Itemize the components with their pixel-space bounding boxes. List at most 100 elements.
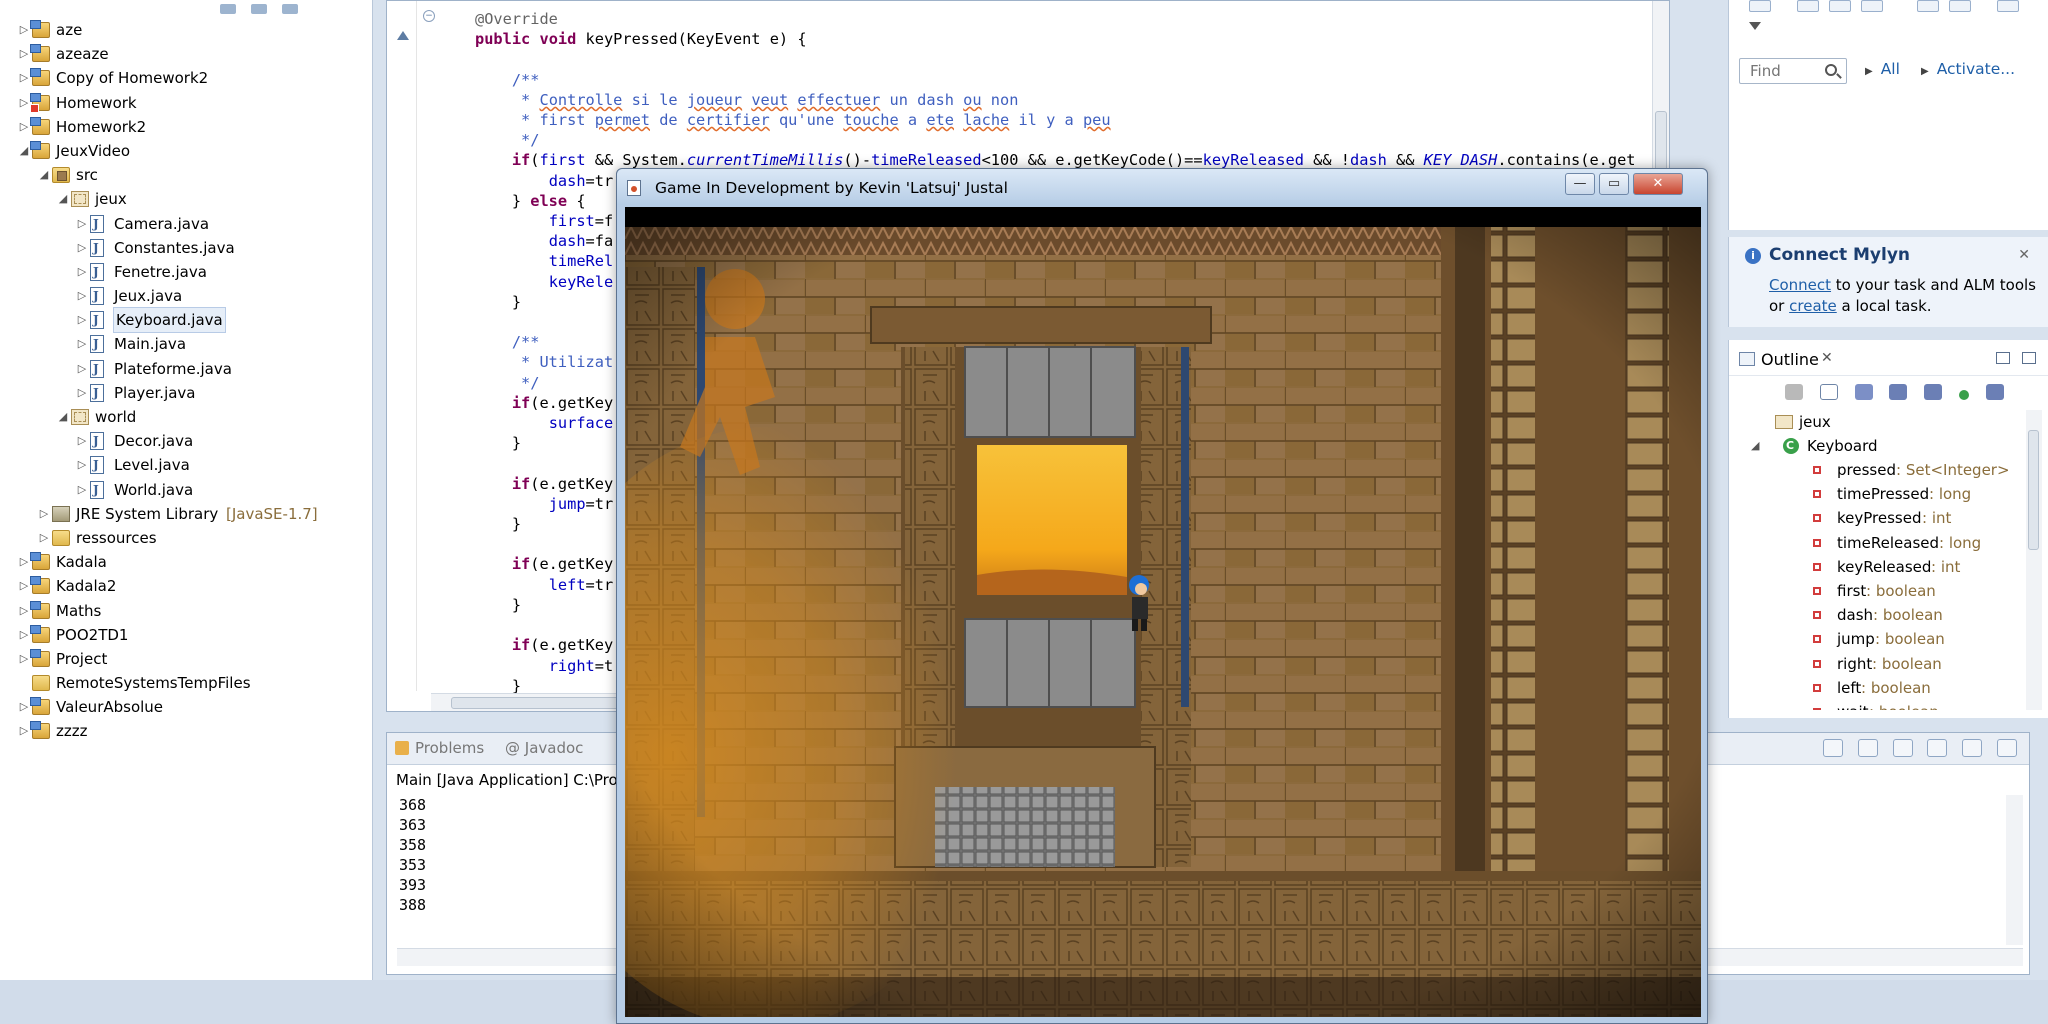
game-window[interactable]: Game In Development by Kevin 'Latsuj' Ju… (616, 168, 1708, 1024)
hide-fields-icon[interactable] (1889, 384, 1908, 400)
tree-item[interactable]: ▷ Kadala (0, 550, 372, 574)
collapse-arrow-icon[interactable]: ▷ (76, 260, 88, 284)
tree-item[interactable]: ▷ Jeux.java (0, 284, 372, 308)
scroll-thumb[interactable] (2028, 430, 2039, 550)
collapse-arrow-icon[interactable]: ▷ (76, 332, 88, 356)
minimize-button[interactable]: — (1565, 173, 1595, 195)
tree-item[interactable]: RemoteSystemsTempFiles (0, 671, 372, 695)
collapse-arrow-icon[interactable]: ▷ (18, 550, 30, 574)
maximize-icon[interactable] (1997, 0, 2019, 12)
collapse-arrow-icon[interactable]: ▷ (18, 647, 30, 671)
console-output[interactable]: 368 363 358 353 393 388 (399, 795, 426, 915)
collapse-arrow-icon[interactable]: ▷ (18, 18, 30, 42)
scroll-thumb[interactable] (1655, 111, 1667, 171)
activate-button[interactable]: ▶ Activate... (1921, 60, 2015, 78)
tree-item[interactable]: ▷ aze (0, 18, 372, 42)
collapse-arrow-icon[interactable]: ▷ (18, 42, 30, 66)
collapse-arrow-icon[interactable]: ▷ (18, 91, 30, 115)
tree-item[interactable]: ◢ JeuxVideo (0, 139, 372, 163)
collapse-all-icon[interactable] (1917, 0, 1939, 12)
console-vertical-scrollbar[interactable] (2006, 795, 2023, 945)
categorized-icon[interactable] (1797, 0, 1819, 12)
new-task-icon[interactable] (1749, 0, 1771, 12)
tree-item[interactable]: ▷ Project (0, 647, 372, 671)
close-icon[interactable]: ✕ (2018, 247, 2030, 263)
expand-arrow-icon[interactable]: ◢ (38, 163, 50, 187)
collapse-arrow-icon[interactable]: ▷ (18, 66, 30, 90)
tree-item[interactable]: ▷ JRE System Library [JavaSE-1.7] (0, 502, 372, 526)
tree-item[interactable]: ▷ zzzz (0, 719, 372, 743)
collapse-arrow-icon[interactable]: ▷ (18, 574, 30, 598)
tree-item[interactable]: ◢ src (0, 163, 372, 187)
tree-item[interactable]: ▷ ValeurAbsolue (0, 695, 372, 719)
scheduled-icon[interactable] (1829, 0, 1851, 12)
tree-item[interactable]: ▷ Maths (0, 599, 372, 623)
tree-item[interactable]: ▷ azeaze (0, 42, 372, 66)
open-console-icon[interactable] (1892, 739, 1913, 757)
search-icon[interactable] (1825, 64, 1837, 76)
collapse-arrow-icon[interactable]: ▷ (76, 212, 88, 236)
tree-item[interactable]: ▷ Decor.java (0, 429, 372, 453)
collapse-all-icon[interactable] (220, 4, 236, 14)
tree-item[interactable]: ▷ Level.java (0, 453, 372, 477)
view-menu-icon[interactable] (281, 4, 298, 14)
collapse-arrow-icon[interactable]: ▷ (76, 357, 88, 381)
collapse-arrow-icon[interactable]: ▷ (76, 236, 88, 260)
tab-problems[interactable]: Problems (395, 739, 484, 757)
sort-icon[interactable] (1854, 384, 1873, 400)
tree-item[interactable]: ▷ World.java (0, 478, 372, 502)
collapse-arrow-icon[interactable]: ▷ (76, 429, 88, 453)
minimize-icon[interactable] (1962, 739, 1983, 757)
maximize-icon[interactable] (2022, 352, 2036, 364)
connect-link[interactable]: Connect (1769, 276, 1831, 294)
fold-toggle-icon[interactable]: − (423, 10, 435, 22)
collapse-arrow-icon[interactable]: ▷ (76, 284, 88, 308)
tree-item[interactable]: ▷ Homework2 (0, 115, 372, 139)
close-icon[interactable]: ✕ (1821, 350, 1833, 366)
focus-on-task-icon[interactable] (1785, 384, 1803, 400)
close-button[interactable]: ✕ (1633, 173, 1683, 195)
pin-console-icon[interactable] (1823, 739, 1844, 757)
tree-item[interactable]: ▷ Camera.java (0, 212, 372, 236)
collapse-arrow-icon[interactable]: ▷ (18, 695, 30, 719)
game-canvas[interactable] (625, 207, 1701, 1017)
all-button[interactable]: ▶ All (1865, 60, 1900, 78)
maximize-button[interactable]: ▭ (1599, 173, 1629, 195)
tree-item[interactable]: ▷ Plateforme.java (0, 357, 372, 381)
tree-item[interactable]: ▷ POO2TD1 (0, 623, 372, 647)
tree-item[interactable]: ◢ jeux (0, 187, 372, 211)
hide-local-types-icon[interactable] (1985, 384, 2004, 400)
tree-item[interactable]: ▷ Main.java (0, 332, 372, 356)
new-console-view-icon[interactable] (1927, 739, 1948, 757)
collapse-arrow-icon[interactable]: ▷ (38, 526, 50, 550)
collapse-arrow-icon[interactable]: ▷ (18, 115, 30, 139)
game-scene[interactable] (625, 207, 1701, 1017)
create-link[interactable]: create (1789, 297, 1837, 315)
game-titlebar[interactable]: Game In Development by Kevin 'Latsuj' Ju… (617, 169, 1707, 205)
tree-item[interactable]: ▷ Fenetre.java (0, 260, 372, 284)
view-menu-icon[interactable] (1749, 22, 1761, 30)
maximize-icon[interactable] (1997, 739, 2017, 757)
expand-arrow-icon[interactable]: ◢ (57, 405, 69, 429)
expand-arrow-icon[interactable]: ◢ (57, 187, 69, 211)
tree-item[interactable]: ▷ ressources (0, 526, 372, 550)
hide-static-icon[interactable] (1924, 384, 1943, 400)
display-console-icon[interactable] (1857, 739, 1878, 757)
collapse-arrow-icon[interactable]: ▷ (76, 381, 88, 405)
tree-item[interactable]: ▷ Homework (0, 91, 372, 115)
collapse-arrow-icon[interactable]: ▷ (18, 719, 30, 743)
expand-arrow-icon[interactable]: ◢ (18, 139, 30, 163)
tab-javadoc[interactable]: @ Javadoc (505, 739, 583, 757)
tab-outline[interactable]: Outline (1761, 350, 1819, 369)
link-editor-icon[interactable] (250, 4, 267, 14)
tree-item[interactable]: ▷ Kadala2 (0, 574, 372, 598)
minimize-icon[interactable] (1996, 352, 2010, 364)
tree-item[interactable]: ◢ world (0, 405, 372, 429)
hide-completed-icon[interactable] (1861, 0, 1883, 12)
tree-item[interactable]: ▷ Keyboard.java (0, 307, 372, 334)
expand-arrow-icon[interactable]: ◢ (1751, 434, 1759, 458)
collapse-arrow-icon[interactable]: ▷ (76, 308, 88, 332)
outline-vertical-scrollbar[interactable] (2026, 410, 2042, 710)
collapse-arrow-icon[interactable]: ▷ (76, 478, 88, 502)
tree-item[interactable]: ▷ Copy of Homework2 (0, 66, 372, 90)
